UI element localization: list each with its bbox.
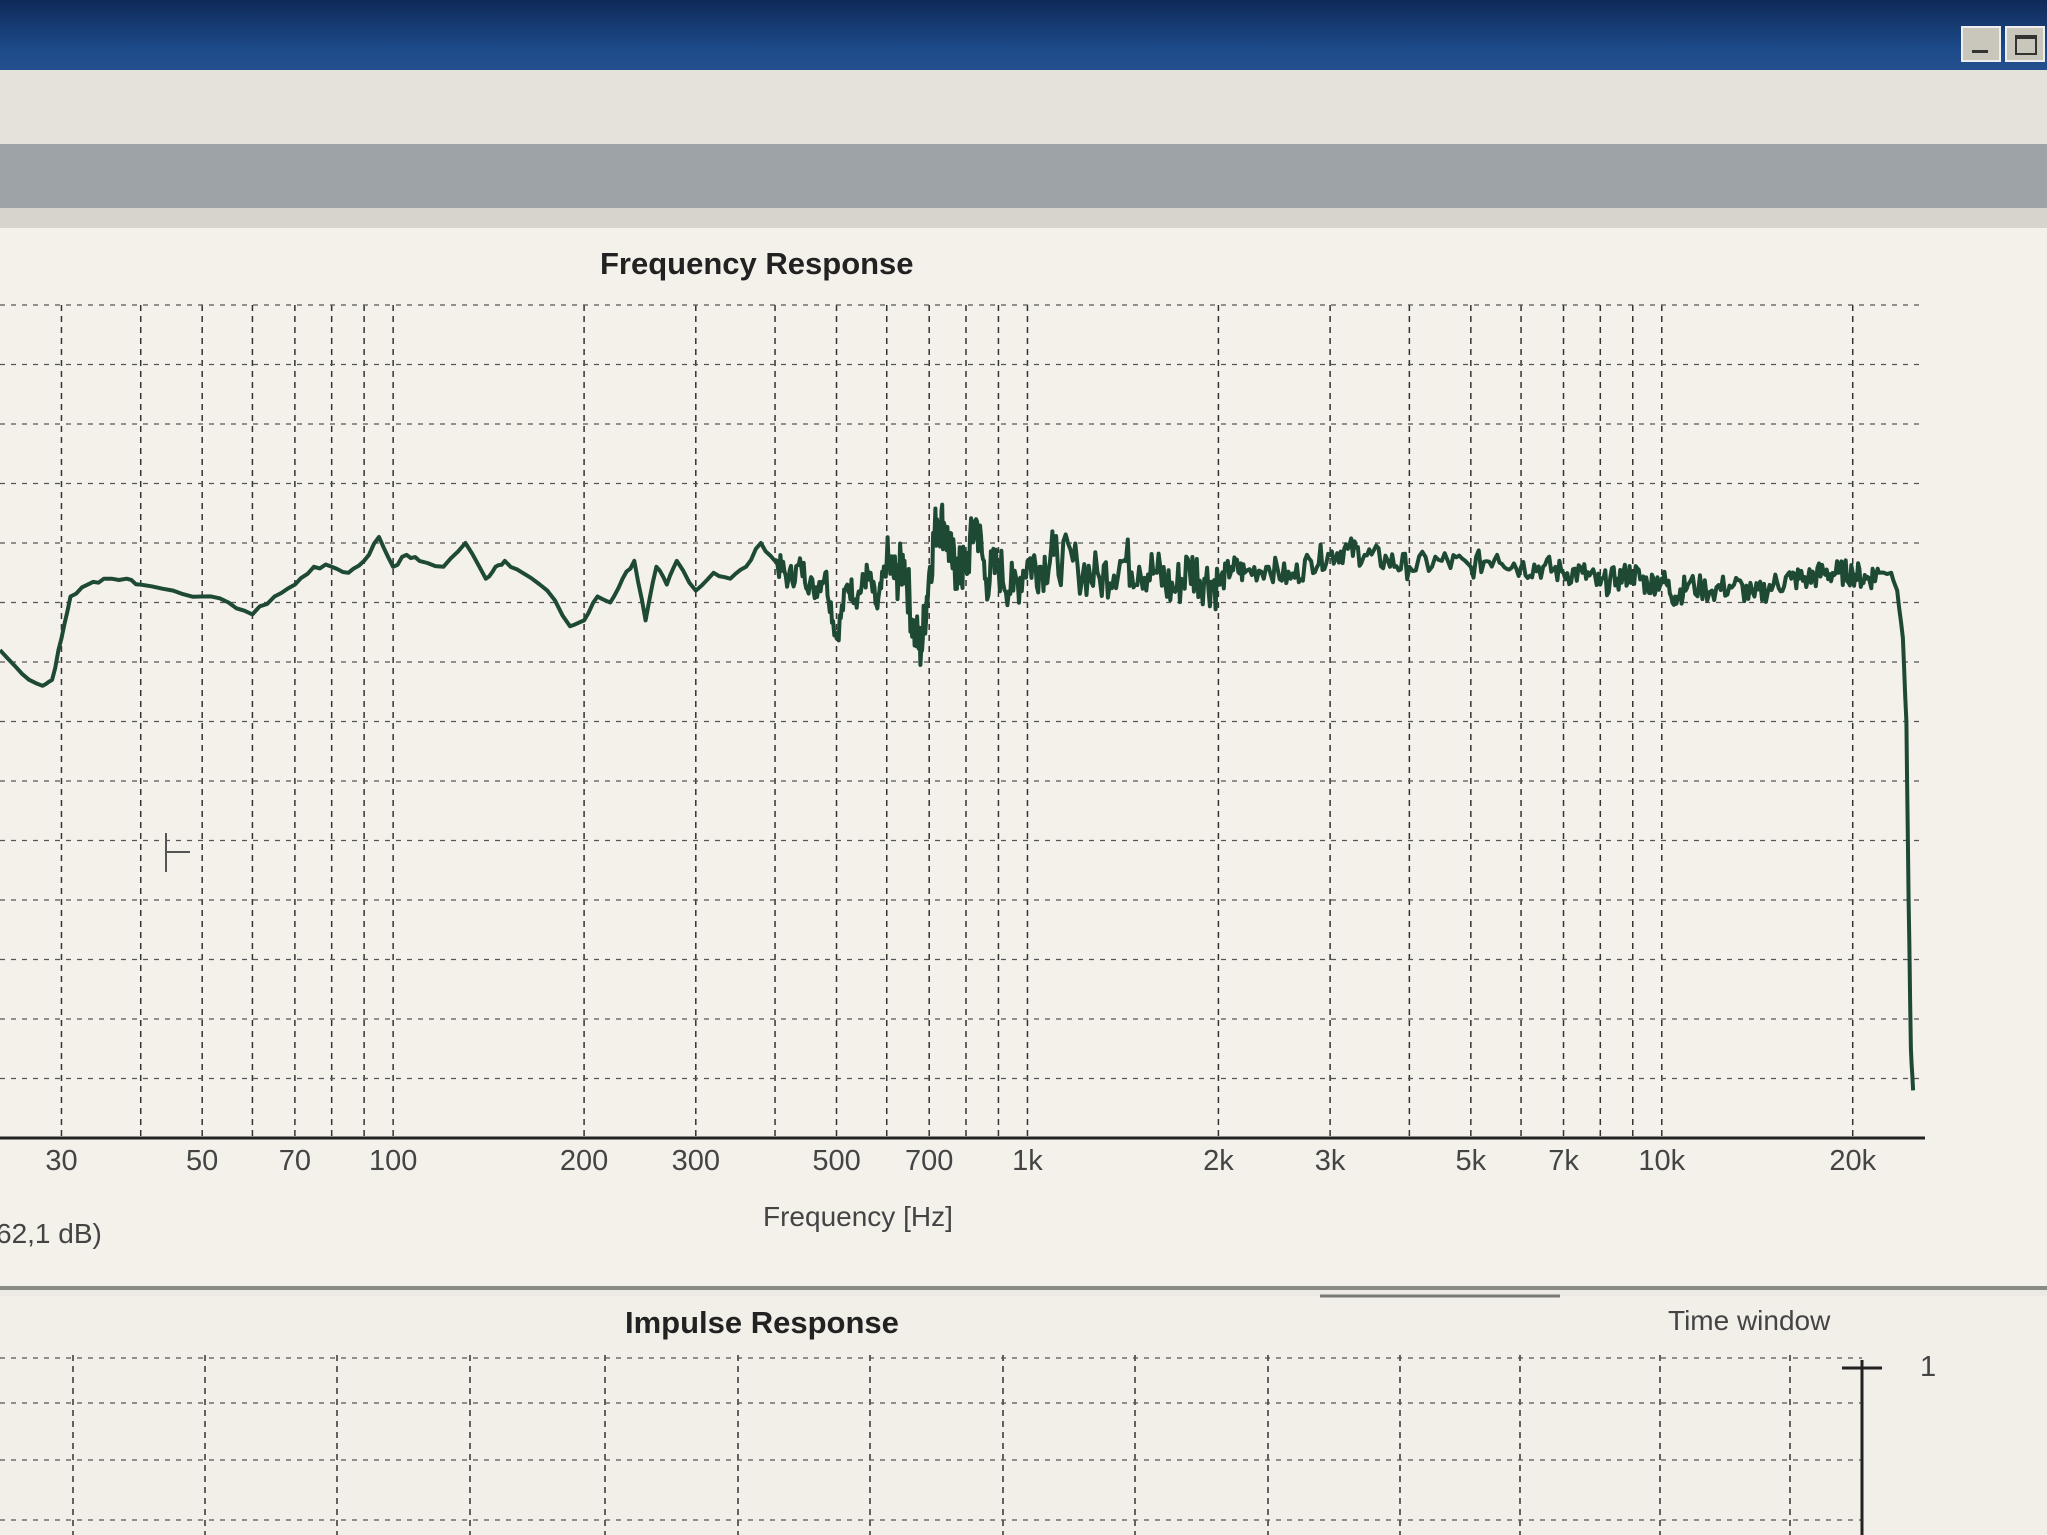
impulse-marker-label: 1 (1920, 1351, 1936, 1383)
frequency-tick-label: 1k (1012, 1145, 1043, 1177)
frequency-tick-label: 5k (1456, 1145, 1487, 1177)
time-window-label[interactable]: Time window (1668, 1305, 1831, 1336)
frequency-tick-label: 3k (1315, 1145, 1346, 1177)
frequency-tick-label: 30 (45, 1145, 77, 1177)
frequency-tick-label: 7k (1548, 1145, 1579, 1177)
charts-svg: 30 50 70 100 200 300 500 700 1k 2k 3k 5k 7k 10k 20k Fr… (0, 246, 2047, 1535)
frequency-tick-label: 300 (672, 1145, 720, 1177)
frequency-tick-label: 100 (369, 1145, 417, 1177)
frequency-tick-label: 10k (1638, 1145, 1685, 1177)
frequency-tick-label: 70 (279, 1145, 311, 1177)
frequency-tick-label: 2k (1203, 1145, 1234, 1177)
impulse-chart-title: Impulse Response (625, 1305, 899, 1340)
frequency-response-trace (0, 502, 1916, 1091)
frequency-tick-label: 50 (186, 1145, 218, 1177)
frequency-axis-label: Frequency [Hz] (763, 1201, 953, 1232)
crosshair-cursor[interactable] (165, 833, 190, 872)
frequency-tick-label: 200 (560, 1145, 608, 1177)
frequency-grid (0, 304, 1925, 1139)
impulse-grid (0, 1355, 1862, 1535)
application-window: 30 50 70 100 200 300 500 700 1k 2k 3k 5k 7k 10k 20k Fr… (0, 0, 2047, 1535)
frequency-tick-label: 700 (905, 1145, 953, 1177)
level-readout: 62,1 dB) (0, 1218, 102, 1249)
frequency-tick-labels: 30 50 70 100 200 300 500 700 1k 2k 3k 5k 7k 10k 20k (45, 1145, 1876, 1177)
frequency-tick-label: 20k (1829, 1145, 1876, 1177)
frequency-chart-title: Frequency Response (600, 246, 914, 281)
frequency-tick-label: 500 (812, 1145, 860, 1177)
